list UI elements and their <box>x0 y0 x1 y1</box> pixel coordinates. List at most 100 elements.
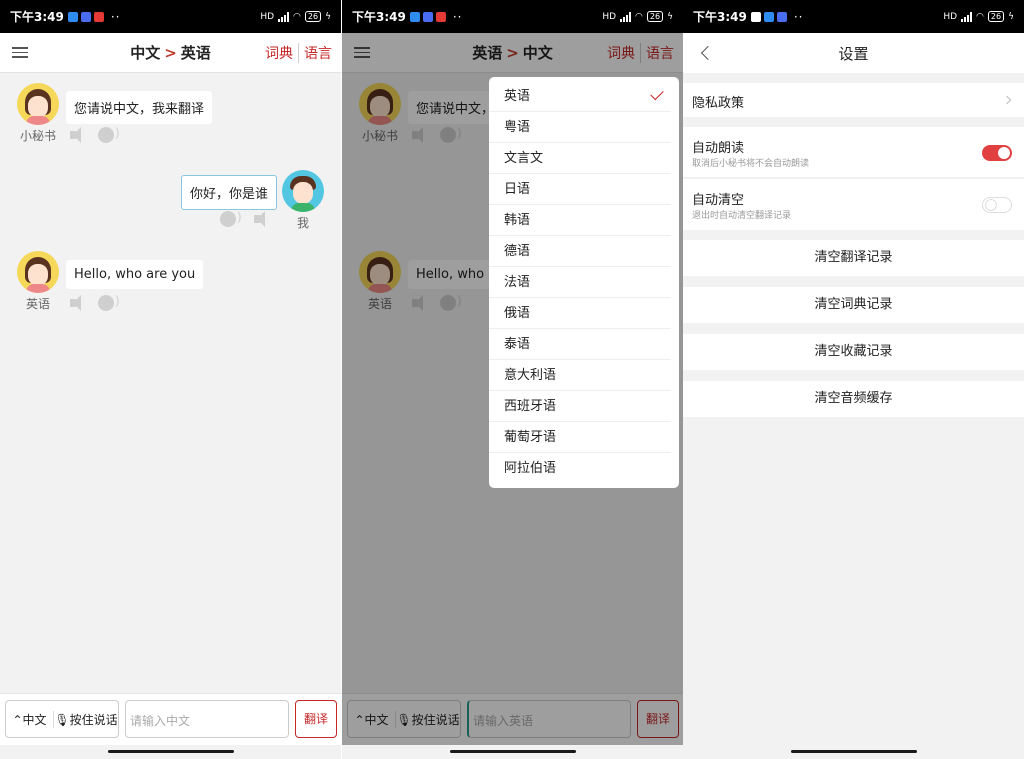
avatar-label: 小秘书 <box>19 129 56 143</box>
wifi-icon: ◠ <box>635 11 643 22</box>
app-notification-icon <box>67 11 78 22</box>
status-bar: 下午3:49 ·· HD ◠ 26 ϟ <box>342 0 683 33</box>
speaker-icon[interactable] <box>70 127 88 143</box>
language-option-label: 德语 <box>504 244 531 259</box>
back-icon[interactable] <box>700 45 716 61</box>
language-option[interactable]: 粤语 <box>489 112 671 143</box>
translator-screen: 下午3:49 ·· HD ◠ 26 ϟ 中文 > 英语 词典 语言 小秘书 您请说中… <box>0 0 341 759</box>
status-time: 下午3:49 <box>693 10 747 24</box>
top-bar: 中文 > 英语 词典 语言 <box>0 33 341 73</box>
input-language: 中文 <box>22 712 47 727</box>
dictionary-link[interactable]: 词典 <box>260 43 298 63</box>
message-bubble: Hello, who are you <box>66 260 204 289</box>
chevron-up-icon: ⌃ <box>12 712 23 727</box>
arrow-icon: > <box>164 44 177 62</box>
privacy-policy-row[interactable]: 隐私政策 <box>683 83 1024 117</box>
app-notification-icon <box>776 11 787 22</box>
language-link[interactable]: 语言 <box>298 42 337 63</box>
source-language[interactable]: 中文 <box>130 44 160 62</box>
language-option-label: 韩语 <box>504 213 531 228</box>
speaker-icon[interactable] <box>254 211 272 227</box>
language-option[interactable]: 葡萄牙语 <box>489 422 671 453</box>
slow-play-icon[interactable] <box>98 294 122 311</box>
more-notifications-icon: ·· <box>452 9 463 24</box>
auto-read-toggle[interactable] <box>982 145 1012 161</box>
app-notification-icon <box>763 11 774 22</box>
auto-read-desc: 取消后小秘书将不会自动朗读 <box>692 159 810 169</box>
target-language[interactable]: 英语 <box>181 44 211 62</box>
charging-icon: ϟ <box>667 11 673 22</box>
translate-button[interactable]: 翻译 <box>295 700 337 738</box>
clear-audio-cache-button[interactable]: 清空音频缓存 <box>683 381 1024 417</box>
input-bar: ⌃中文 🎙︎按住说话 请输入中文 翻译 <box>0 693 341 745</box>
language-option[interactable]: 西班牙语 <box>489 391 671 422</box>
battery-icon: 26 <box>987 11 1005 22</box>
home-indicator[interactable] <box>450 750 576 753</box>
app-notification-icon <box>750 11 761 22</box>
language-option[interactable]: 法语 <box>489 267 671 298</box>
message-bubble: 你好，你是谁 <box>181 175 278 210</box>
language-option-label: 法语 <box>504 275 531 290</box>
clear-favorites-button[interactable]: 清空收藏记录 <box>683 334 1024 370</box>
page-title: 设置 <box>838 44 869 63</box>
language-option-label: 葡萄牙语 <box>504 430 557 445</box>
user-avatar <box>282 170 324 212</box>
hd-label: HD <box>260 11 275 22</box>
language-option[interactable]: 泰语 <box>489 329 671 360</box>
status-bar: 下午3:49 ·· HD ◠ 26 ϟ <box>683 0 1024 33</box>
language-option-label: 阿拉伯语 <box>504 461 557 476</box>
mic-icon: 🎙︎ <box>54 712 70 727</box>
app-notification-icon <box>80 11 91 22</box>
hd-label: HD <box>943 11 958 22</box>
assistant-avatar <box>17 83 59 125</box>
settings-top-bar: 设置 <box>683 33 1024 73</box>
language-option-label: 日语 <box>504 182 531 197</box>
app-notification-icon <box>93 11 104 22</box>
battery-icon: 26 <box>304 11 322 22</box>
language-option-label: 俄语 <box>504 306 531 321</box>
status-time: 下午3:49 <box>10 10 64 24</box>
speaker-icon[interactable] <box>70 295 88 311</box>
language-option[interactable]: 意大利语 <box>489 360 671 391</box>
language-option-label: 泰语 <box>504 337 531 352</box>
language-option-label: 意大利语 <box>504 368 557 383</box>
battery-icon: 26 <box>646 11 664 22</box>
slow-play-icon[interactable] <box>220 210 244 227</box>
language-dropdown: 英语粤语文言文日语韩语德语法语俄语泰语意大利语西班牙语葡萄牙语阿拉伯语 <box>489 77 679 488</box>
language-option-label: 西班牙语 <box>504 399 557 414</box>
auto-clear-row: 自动清空 退出时自动清空翻译记录 <box>683 179 1024 230</box>
clear-translation-history-button[interactable]: 清空翻译记录 <box>683 240 1024 276</box>
language-option-label: 粤语 <box>504 120 531 135</box>
assistant-avatar <box>17 251 59 293</box>
language-option[interactable]: 阿拉伯语 <box>489 453 671 484</box>
auto-clear-toggle[interactable] <box>982 197 1012 213</box>
input-language-button[interactable]: ⌃中文 🎙︎按住说话 <box>5 700 119 738</box>
auto-clear-label: 自动清空 <box>692 193 745 208</box>
language-option[interactable]: 德语 <box>489 236 671 267</box>
language-option[interactable]: 文言文 <box>489 143 671 174</box>
wifi-icon: ◠ <box>976 11 984 22</box>
hd-label: HD <box>602 11 617 22</box>
home-indicator[interactable] <box>108 750 234 753</box>
language-option[interactable]: 日语 <box>489 174 671 205</box>
signal-icon <box>961 11 973 22</box>
wifi-icon: ◠ <box>293 11 301 22</box>
charging-icon: ϟ <box>325 11 331 22</box>
app-notification-icon <box>409 11 420 22</box>
clear-dictionary-history-button[interactable]: 清空词典记录 <box>683 287 1024 323</box>
more-notifications-icon: ·· <box>793 9 804 24</box>
status-bar: 下午3:49 ·· HD ◠ 26 ϟ <box>0 0 341 33</box>
menu-icon[interactable] <box>12 44 28 61</box>
slow-play-icon[interactable] <box>98 126 122 143</box>
app-notification-icon <box>435 11 446 22</box>
charging-icon: ϟ <box>1008 11 1014 22</box>
language-option[interactable]: 俄语 <box>489 298 671 329</box>
checkmark-icon <box>650 86 664 101</box>
text-input[interactable]: 请输入中文 <box>125 700 289 738</box>
translation-message: 英语 <box>17 251 59 312</box>
language-option[interactable]: 英语 <box>489 81 671 112</box>
home-indicator[interactable] <box>791 750 917 753</box>
language-option[interactable]: 韩语 <box>489 205 671 236</box>
more-notifications-icon: ·· <box>110 9 121 24</box>
avatar-label: 英语 <box>25 297 50 311</box>
